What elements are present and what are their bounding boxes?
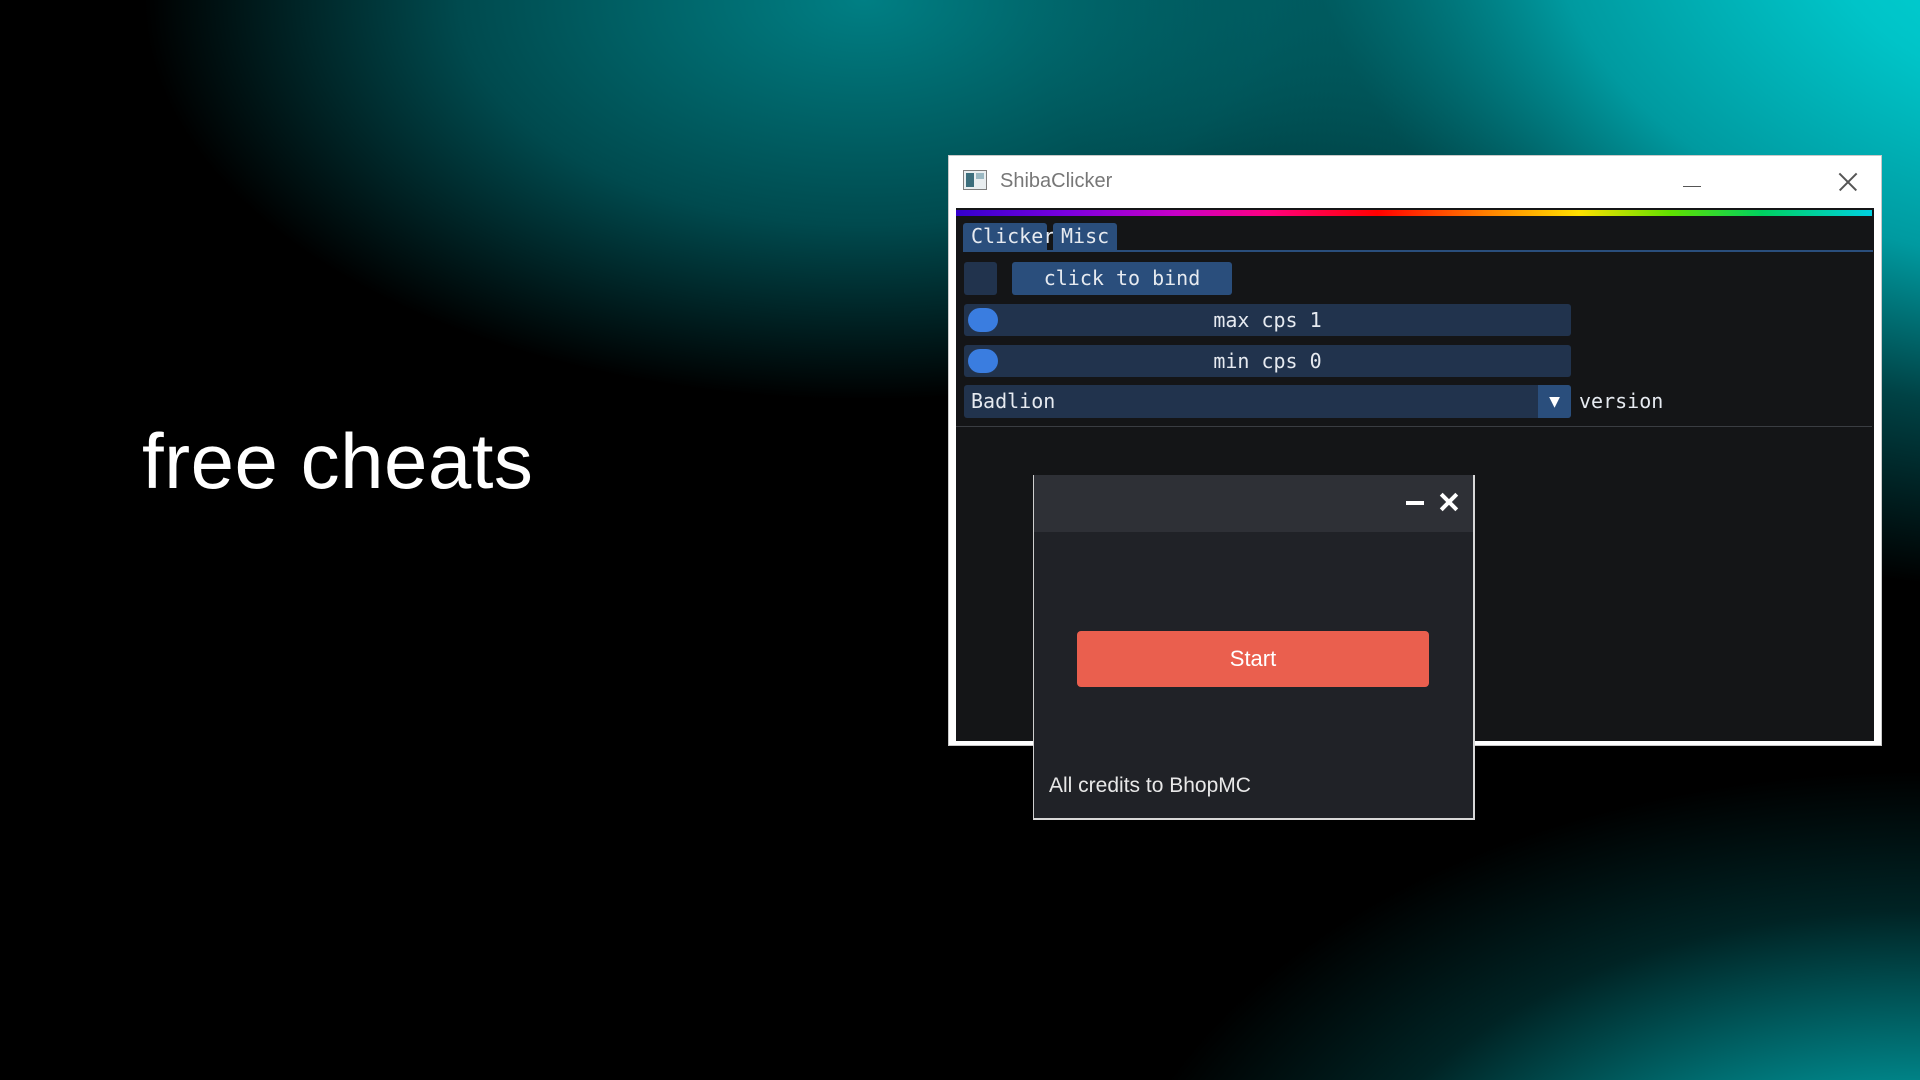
rainbow-bar [956,210,1872,216]
minimize-icon[interactable] [1406,501,1424,505]
start-button[interactable]: Start [1077,631,1429,687]
tab-clicker[interactable]: Clicker [963,223,1055,250]
launcher-dialog: Start All credits to BhopMC [1033,475,1475,820]
window-title: ShibaClicker [1000,170,1113,192]
version-combo-value: Badlion [971,389,1056,413]
version-combo[interactable]: Badlion ▼ [964,385,1571,418]
title-bar[interactable]: ShibaClicker [949,156,1881,208]
tab-misc[interactable]: Misc [1053,223,1117,250]
min-cps-label: min cps 0 [1213,349,1322,373]
chevron-down-icon[interactable]: ▼ [1538,385,1571,418]
divider [956,426,1872,427]
min-cps-slider[interactable]: min cps 0 [964,345,1571,377]
max-cps-label: max cps 1 [1213,308,1322,332]
dialog-header[interactable] [1034,475,1473,532]
minimize-icon[interactable] [1673,162,1713,202]
version-label: version [1579,389,1664,413]
close-icon[interactable] [1829,162,1869,202]
bind-button[interactable]: click to bind [1012,262,1232,295]
close-icon[interactable] [1434,487,1464,517]
min-cps-slider-knob[interactable] [968,349,998,373]
enable-checkbox[interactable] [964,262,997,295]
credits-text: All credits to BhopMC [1049,774,1251,797]
app-icon [963,170,987,190]
tab-underline [963,250,1873,252]
headline-text: free cheats [142,417,534,505]
max-cps-slider[interactable]: max cps 1 [964,304,1571,336]
max-cps-slider-knob[interactable] [968,308,998,332]
